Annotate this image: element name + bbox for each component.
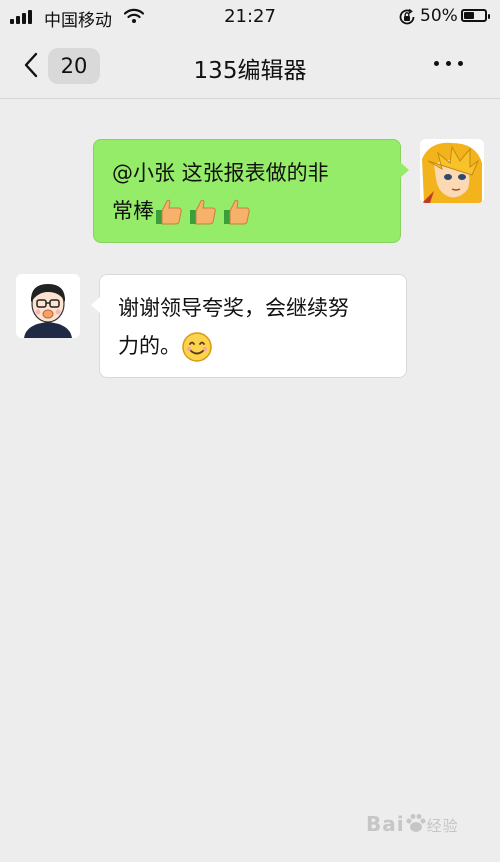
message-text: 常棒 (112, 199, 154, 223)
message-text-line: @小张 这张报表做的非 (112, 161, 329, 185)
message-bubble-received[interactable]: 谢谢领导夸奖，会继续努 力的。 (91, 274, 407, 378)
avatar-receiver[interactable] (16, 274, 80, 338)
anime-character-avatar-icon (420, 139, 484, 203)
thumbs-up-icon (224, 199, 250, 225)
nav-bar: 20 135编辑器 (0, 34, 500, 99)
cartoon-boy-avatar-icon (16, 274, 80, 338)
watermark-text: Bai (366, 812, 405, 836)
battery-icon (461, 9, 490, 22)
thumbs-up-icon (156, 199, 182, 225)
message-text-line: 常棒 (112, 192, 382, 230)
battery-level-fill (464, 12, 474, 19)
watermark-suffix: 经验 (426, 817, 459, 835)
rotation-lock-icon (399, 8, 415, 25)
status-bar: 中国移动 21:27 50% (0, 0, 500, 34)
avatar-sender[interactable] (420, 139, 484, 203)
thumbs-up-icon (190, 199, 216, 225)
message-bubble-sent[interactable]: @小张 这张报表做的非 常棒 (93, 139, 409, 243)
message-text: 力的。 (118, 334, 181, 358)
paw-icon (406, 814, 426, 832)
battery-percent: 50% (420, 6, 458, 26)
more-button[interactable] (424, 48, 474, 78)
baidu-watermark: Bai 经验 (366, 812, 459, 836)
smile-icon (182, 332, 212, 362)
message-text-line: 力的。 (118, 327, 388, 365)
message-text-line: 谢谢领导夸奖，会继续努 (118, 296, 349, 320)
